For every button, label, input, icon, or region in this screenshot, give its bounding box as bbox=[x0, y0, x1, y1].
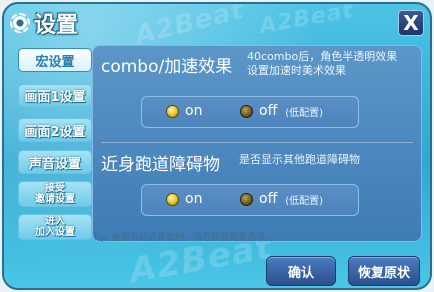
obstacle-on-option[interactable]: on bbox=[166, 191, 202, 207]
watermark: A2Beat bbox=[132, 2, 248, 52]
window-title: 设置 bbox=[10, 9, 79, 38]
restore-button[interactable]: 恢复原状 bbox=[348, 256, 420, 286]
settings-window: A2Beat A2Beat A2Beat 设置 X 宏设置 画面1设置 画面2设… bbox=[2, 2, 432, 290]
radio-selected-icon[interactable] bbox=[240, 104, 253, 118]
combo-on-label: on bbox=[185, 103, 203, 119]
radio-selected-icon[interactable] bbox=[240, 192, 253, 206]
obstacle-title: 近身跑道障碍物 bbox=[101, 155, 220, 175]
combo-off-note: (低配置) bbox=[285, 107, 324, 119]
radio-icon[interactable] bbox=[166, 104, 179, 118]
window-title-text: 设置 bbox=[34, 13, 79, 38]
section-divider bbox=[101, 142, 413, 143]
radio-icon[interactable] bbox=[166, 192, 179, 206]
obstacle-on-label: on bbox=[185, 191, 203, 207]
tab-screen1-settings[interactable]: 画面1设置 bbox=[18, 84, 92, 107]
confirm-button[interactable]: 确认 bbox=[266, 256, 336, 286]
tab-macro-settings[interactable]: 宏设置 bbox=[18, 48, 92, 72]
combo-off-option[interactable]: off (低配置) bbox=[240, 103, 323, 119]
combo-on-option[interactable]: on bbox=[166, 103, 202, 119]
tab-sound-settings[interactable]: 声音设置 bbox=[18, 150, 92, 174]
tab-screen2-settings[interactable]: 画面2设置 bbox=[18, 118, 92, 142]
combo-off-label: off bbox=[259, 103, 278, 119]
settings-panel: combo/加速效果 40combo后，角色半透明效果 设置加速时美术效果 on… bbox=[92, 45, 422, 242]
obstacle-off-note: (低配置) bbox=[285, 195, 324, 207]
combo-effect-options: on off (低配置) bbox=[141, 96, 359, 128]
obstacle-options: on off (低配置) bbox=[141, 184, 359, 216]
close-button[interactable]: X bbox=[398, 10, 424, 36]
gear-icon bbox=[10, 13, 30, 33]
combo-effect-title: combo/加速效果 bbox=[101, 57, 233, 77]
tab-invite-settings[interactable]: 接受 邀请设置 bbox=[18, 181, 92, 207]
tip-text: Tip. 画面有延迟现象时，请选择低配置选项。。 bbox=[93, 233, 279, 243]
tab-join-settings[interactable]: 进入 加入设置 bbox=[18, 214, 92, 240]
combo-effect-description-2: 设置加速时美术效果 bbox=[247, 64, 346, 77]
obstacle-description: 是否显示其他跑道障碍物 bbox=[239, 153, 360, 166]
watermark: A2Beat bbox=[257, 2, 356, 40]
obstacle-off-option[interactable]: off (低配置) bbox=[240, 191, 323, 207]
obstacle-off-label: off bbox=[259, 191, 278, 207]
combo-effect-description-1: 40combo后，角色半透明效果 bbox=[247, 50, 398, 63]
